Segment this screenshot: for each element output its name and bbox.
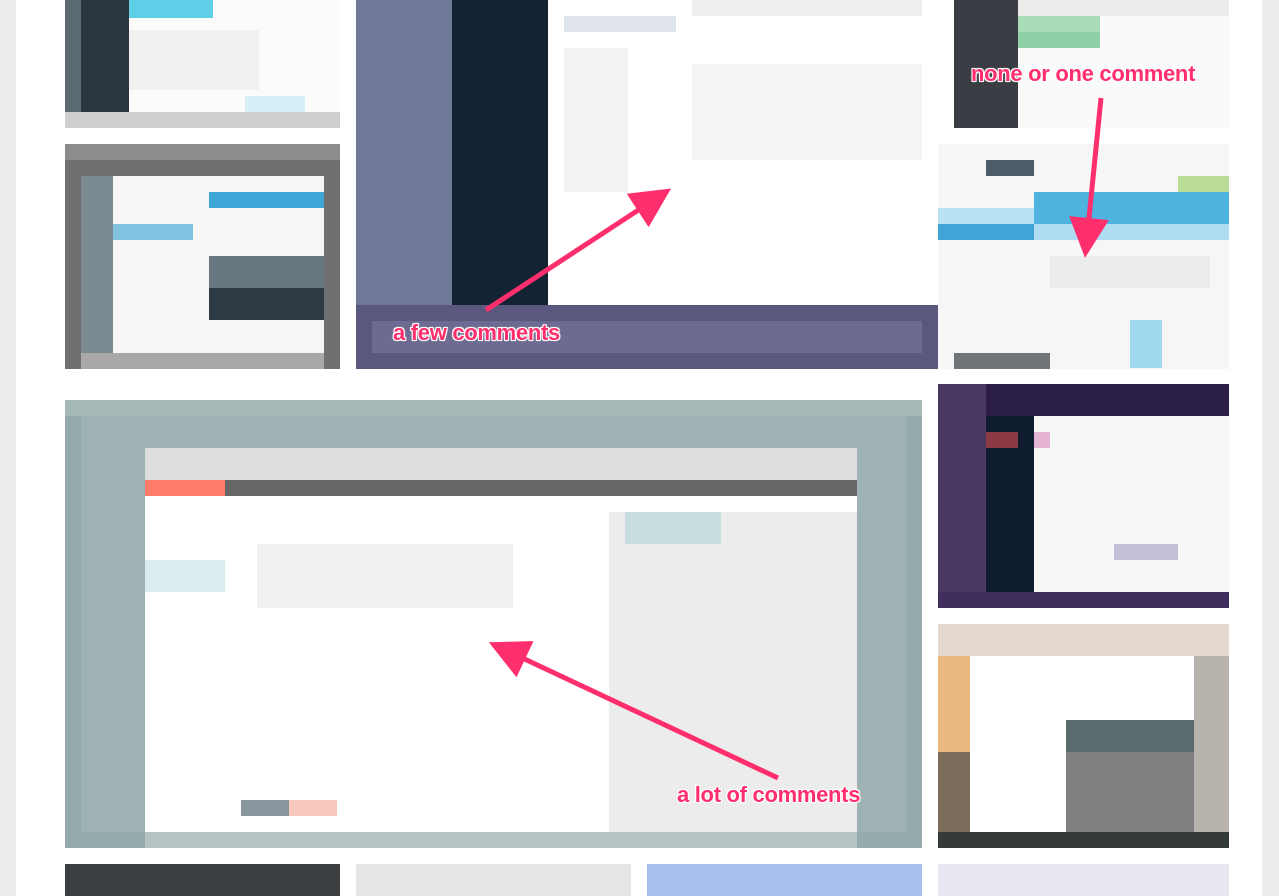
thumbnail-mosaic: a few comments none or one comment a lot… bbox=[16, 0, 1262, 896]
annotation-none-or-one-comment: none or one comment bbox=[971, 61, 1196, 86]
annotation-a-lot-of-comments: a lot of comments bbox=[677, 782, 861, 807]
arrow-a-few-comments bbox=[484, 188, 672, 313]
annotation-a-few-comments: a few comments bbox=[393, 320, 560, 345]
arrow-none-or-one-comment bbox=[1069, 97, 1109, 258]
annotation-arrows bbox=[484, 97, 1109, 781]
arrow-a-lot-of-comments bbox=[488, 641, 780, 781]
